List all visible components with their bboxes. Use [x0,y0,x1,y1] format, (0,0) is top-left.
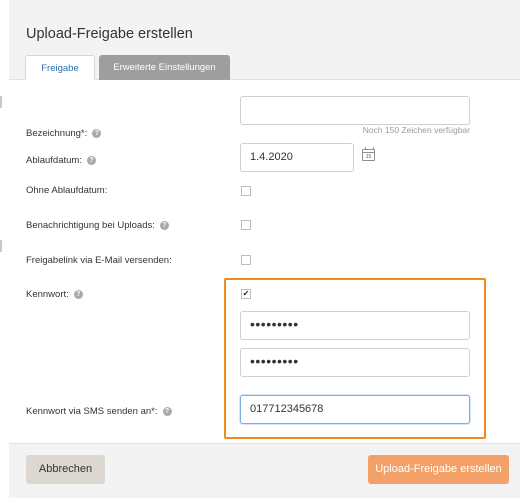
benachrichtigung-checkbox[interactable] [241,220,251,230]
label-ohne-ablaufdatum-text: Ohne Ablaufdatum: [26,184,108,196]
create-upload-share-button[interactable]: Upload-Freigabe erstellen [368,455,509,484]
dialog-title: Upload-Freigabe erstellen [26,26,193,42]
label-bezeichnung-text: Bezeichnung*: [26,127,88,139]
label-kennwort-sms-text: Kennwort via SMS senden an*: [26,405,158,417]
password-input[interactable]: ••••••••• [240,311,470,340]
label-benachrichtigung-text: Benachrichtigung bei Uploads: [26,219,155,231]
sms-phone-input[interactable]: 017712345678 [240,395,470,424]
password-confirm-input[interactable]: ••••••••• [240,348,470,377]
calendar-day-number: 15 [365,154,372,160]
character-counter: Noch 150 Zeichen verfügbar [362,125,470,135]
calendar-icon[interactable]: 15 [362,147,375,161]
label-kennwort: Kennwort: ? [26,287,83,301]
background-edge [0,240,2,252]
cancel-button[interactable]: Abbrechen [26,455,105,484]
label-freigabelink-email-text: Freigabelink via E-Mail versenden: [26,254,172,266]
label-kennwort-text: Kennwort: [26,288,69,300]
help-icon[interactable]: ? [92,128,102,138]
bezeichnung-input[interactable] [240,96,470,125]
dialog-header: Upload-Freigabe erstellen Freigabe Erwei… [9,0,520,80]
freigabelink-email-checkbox[interactable] [241,255,251,265]
ablaufdatum-input[interactable]: 1.4.2020 [240,143,354,172]
tab-erweiterte-einstellungen[interactable]: Erweiterte Einstellungen [99,55,230,80]
label-benachrichtigung: Benachrichtigung bei Uploads: ? [26,218,169,232]
label-ablaufdatum: Ablaufdatum: ? [26,153,96,167]
label-bezeichnung: Bezeichnung*: ? [26,126,102,140]
help-icon[interactable]: ? [86,155,96,165]
label-ablaufdatum-text: Ablaufdatum: [26,154,82,166]
help-icon[interactable]: ? [159,220,169,230]
background-edge [0,96,2,108]
upload-share-dialog: Upload-Freigabe erstellen Freigabe Erwei… [9,0,520,498]
label-freigabelink-email: Freigabelink via E-Mail versenden: [26,253,172,267]
label-ohne-ablaufdatum: Ohne Ablaufdatum: [26,183,107,197]
help-icon[interactable]: ? [162,406,172,416]
label-kennwort-sms: Kennwort via SMS senden an*: ? [26,404,172,418]
ohne-ablaufdatum-checkbox[interactable] [241,186,251,196]
tab-freigabe[interactable]: Freigabe [25,55,95,80]
help-icon[interactable]: ? [73,289,83,299]
kennwort-checkbox[interactable]: ✔ [241,289,251,299]
